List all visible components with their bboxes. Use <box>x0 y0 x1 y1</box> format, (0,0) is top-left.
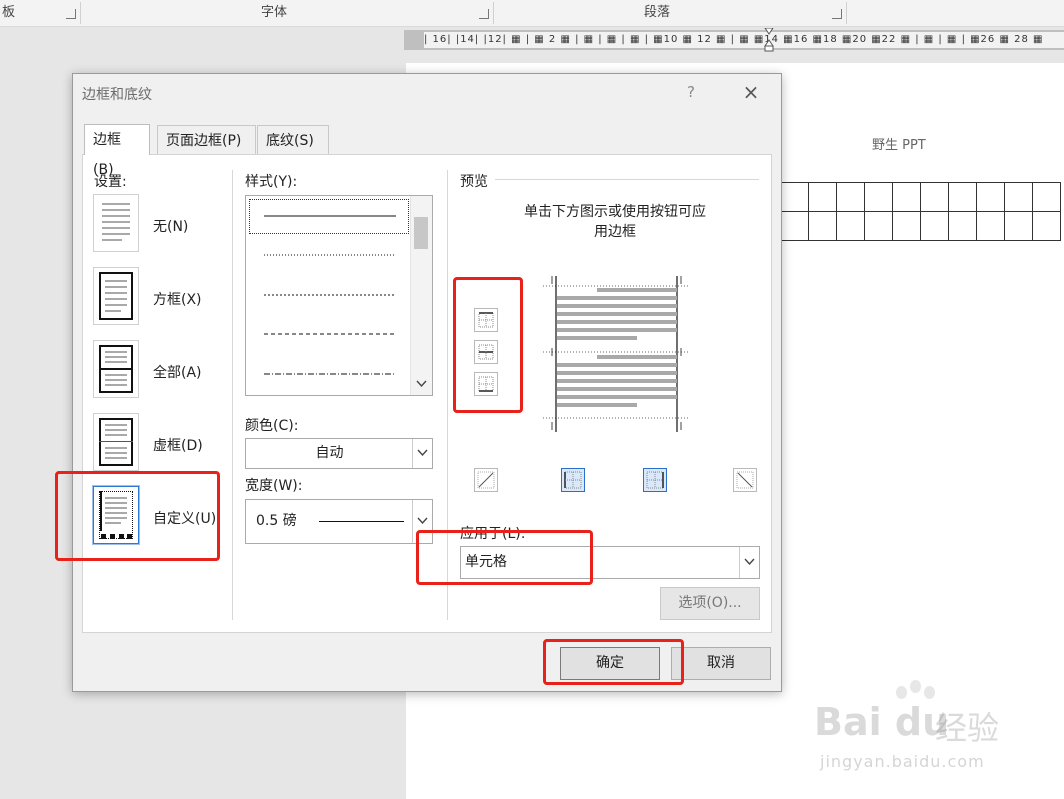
setting-grid-label[interactable]: 虚框(D) <box>153 435 203 455</box>
highlight-box-border-buttons <box>453 277 523 413</box>
chevron-down-icon[interactable] <box>412 439 432 468</box>
highlight-box-ok <box>543 639 684 685</box>
borders-shading-dialog: 边框和底纹 ? × 边框(B) 页面边框(P) 底纹(S) 设置: 无(N) 方… <box>72 73 782 692</box>
ribbon-group-clipboard-label: 板 <box>2 5 16 20</box>
divider <box>232 170 233 620</box>
table-cell[interactable] <box>780 182 809 212</box>
options-button[interactable]: 选项(O)... <box>660 587 760 620</box>
paragraph-launcher-icon[interactable] <box>832 9 842 19</box>
diagonal-up-icon <box>477 471 495 489</box>
diagonal-up-border-button[interactable] <box>474 468 498 492</box>
setting-all-icon[interactable] <box>93 340 139 398</box>
line-style-samples[interactable] <box>246 196 412 395</box>
tab-borders[interactable]: 边框(B) <box>84 124 150 178</box>
table-cell[interactable] <box>836 182 865 212</box>
table-cell[interactable] <box>836 211 865 241</box>
table-cell[interactable] <box>920 211 949 241</box>
width-value: 0.5 磅 <box>256 513 297 529</box>
ribbon-group-font-label: 字体 <box>261 5 288 20</box>
ruler-ticks: | 16| |14| |12| ▦ | ▦ 2 ▦ | ▦ | ▦ | ▦ | … <box>424 32 1064 48</box>
cancel-button[interactable]: 取消 <box>671 647 771 680</box>
horizontal-ruler[interactable]: | 16| |14| |12| ▦ | ▦ 2 ▦ | ▦ | ▦ | ▦ | … <box>404 28 1064 52</box>
ribbon-separator <box>80 2 81 24</box>
table-cell[interactable] <box>1032 182 1061 212</box>
highlight-box-apply-to <box>416 530 593 585</box>
preview-hint-line2: 用边框 <box>594 224 636 240</box>
watermark-logo: Bai du <box>814 700 950 744</box>
color-dropdown[interactable]: 自动 <box>245 438 433 469</box>
setting-none-label[interactable]: 无(N) <box>153 216 188 236</box>
right-border-button[interactable] <box>643 468 667 492</box>
setting-all-label[interactable]: 全部(A) <box>153 362 202 382</box>
style-listbox[interactable] <box>245 195 433 396</box>
chevron-down-icon[interactable] <box>416 380 427 388</box>
table-cell[interactable] <box>1032 211 1061 241</box>
diagonal-down-border-button[interactable] <box>733 468 757 492</box>
diagonal-down-icon <box>736 471 754 489</box>
preview-label: 预览 <box>460 174 488 190</box>
table-cell[interactable] <box>892 182 921 212</box>
preview-rule <box>495 179 759 180</box>
color-value: 自动 <box>315 445 344 461</box>
table-cell[interactable] <box>948 211 977 241</box>
table-cell[interactable] <box>864 182 893 212</box>
color-label: 颜色(C): <box>245 418 299 434</box>
table-row[interactable] <box>780 211 1061 241</box>
clipboard-launcher-icon[interactable] <box>66 9 76 19</box>
setting-box-label[interactable]: 方框(X) <box>153 289 202 309</box>
style-label: 样式(Y): <box>245 174 298 190</box>
chevron-down-icon[interactable] <box>739 547 759 578</box>
left-border-icon <box>564 471 582 489</box>
document-title: 野生 PPT <box>872 138 926 153</box>
table-row[interactable] <box>780 182 1061 212</box>
document-table[interactable] <box>780 182 1061 241</box>
tab-page-border[interactable]: 页面边框(P) <box>157 125 256 154</box>
watermark-url: jingyan.baidu.com <box>820 752 985 771</box>
table-cell[interactable] <box>808 182 837 212</box>
highlight-box-custom-setting <box>55 471 220 561</box>
table-cell[interactable] <box>976 182 1005 212</box>
width-sample-line <box>319 521 404 522</box>
style-scrollbar[interactable] <box>410 196 432 395</box>
ribbon-separator <box>493 2 494 24</box>
setting-grid-icon[interactable] <box>93 413 139 471</box>
ribbon-separator <box>846 2 847 24</box>
scroll-thumb[interactable] <box>414 217 428 249</box>
table-cell[interactable] <box>1004 211 1033 241</box>
width-dropdown[interactable]: 0.5 磅 <box>245 499 433 544</box>
table-cell[interactable] <box>780 211 809 241</box>
tab-shading[interactable]: 底纹(S) <box>257 125 329 154</box>
setting-none-icon[interactable] <box>93 194 139 252</box>
table-cell[interactable] <box>920 182 949 212</box>
close-icon[interactable]: × <box>739 80 763 104</box>
font-launcher-icon[interactable] <box>479 9 489 19</box>
table-cell[interactable] <box>1004 182 1033 212</box>
table-cell[interactable] <box>808 211 837 241</box>
table-cell[interactable] <box>948 182 977 212</box>
setting-box-icon[interactable] <box>93 267 139 325</box>
help-button[interactable]: ? <box>687 83 695 101</box>
table-cell[interactable] <box>864 211 893 241</box>
ribbon-group-bar: 板 字体 段落 <box>0 0 1064 27</box>
watermark-logo-cn: 经验 <box>935 709 1000 747</box>
left-border-button[interactable] <box>561 468 585 492</box>
dialog-title: 边框和底纹 <box>82 87 152 103</box>
ribbon-group-paragraph-label: 段落 <box>644 5 671 20</box>
table-cell[interactable] <box>892 211 921 241</box>
table-cell[interactable] <box>976 211 1005 241</box>
indent-marker-icon[interactable] <box>764 28 774 52</box>
width-label: 宽度(W): <box>245 478 303 494</box>
border-preview-diagram[interactable] <box>541 274 691 434</box>
right-border-icon <box>646 471 664 489</box>
preview-hint-line1: 单击下方图示或使用按钮可应 <box>524 204 706 220</box>
